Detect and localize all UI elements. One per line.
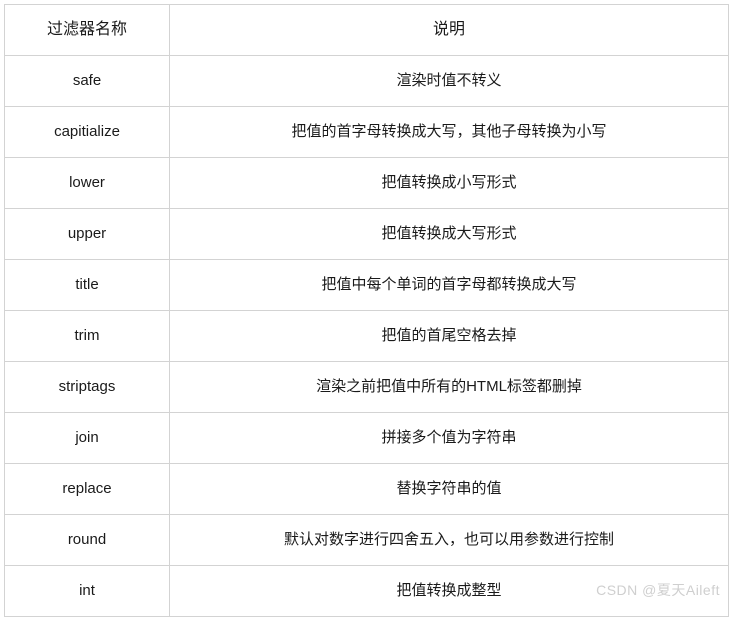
cell-filter-name: join: [4, 412, 170, 464]
cell-filter-description: 拼接多个值为字符串: [169, 412, 729, 464]
cell-filter-name: replace: [4, 463, 170, 515]
cell-filter-name: title: [4, 259, 170, 311]
cell-filter-name: trim: [4, 310, 170, 362]
cell-filter-name: round: [4, 514, 170, 566]
cell-filter-name: safe: [4, 55, 170, 107]
cell-filter-name: upper: [4, 208, 170, 260]
table-row: title 把值中每个单词的首字母都转换成大写: [4, 259, 729, 311]
cell-filter-name: lower: [4, 157, 170, 209]
cell-filter-description: 默认对数字进行四舍五入，也可以用参数进行控制: [169, 514, 729, 566]
table-row: replace 替换字符串的值: [4, 463, 729, 515]
column-header-filter-name: 过滤器名称: [4, 4, 170, 56]
table-row: striptags 渲染之前把值中所有的HTML标签都删掉: [4, 361, 729, 413]
table-row: capitialize 把值的首字母转换成大写，其他子母转换为小写: [4, 106, 729, 158]
column-header-description: 说明: [169, 4, 729, 56]
cell-filter-description: 把值转换成整型: [169, 565, 729, 617]
jinja-filters-table: 过滤器名称 说明 safe 渲染时值不转义 capitialize 把值的首字母…: [4, 4, 729, 617]
table-row: lower 把值转换成小写形式: [4, 157, 729, 209]
cell-filter-description: 把值中每个单词的首字母都转换成大写: [169, 259, 729, 311]
cell-filter-description: 渲染之前把值中所有的HTML标签都删掉: [169, 361, 729, 413]
cell-filter-description: 替换字符串的值: [169, 463, 729, 515]
table-row: upper 把值转换成大写形式: [4, 208, 729, 260]
table-row: safe 渲染时值不转义: [4, 55, 729, 107]
cell-filter-name: int: [4, 565, 170, 617]
table-row: trim 把值的首尾空格去掉: [4, 310, 729, 362]
page-container: 过滤器名称 说明 safe 渲染时值不转义 capitialize 把值的首字母…: [0, 0, 734, 617]
table-row: join 拼接多个值为字符串: [4, 412, 729, 464]
table-header: 过滤器名称 说明: [4, 4, 729, 56]
cell-filter-description: 把值的首字母转换成大写，其他子母转换为小写: [169, 106, 729, 158]
cell-filter-description: 渲染时值不转义: [169, 55, 729, 107]
table-row: round 默认对数字进行四舍五入，也可以用参数进行控制: [4, 514, 729, 566]
cell-filter-description: 把值的首尾空格去掉: [169, 310, 729, 362]
cell-filter-name: striptags: [4, 361, 170, 413]
cell-filter-description: 把值转换成大写形式: [169, 208, 729, 260]
table-body: safe 渲染时值不转义 capitialize 把值的首字母转换成大写，其他子…: [4, 55, 729, 617]
cell-filter-description: 把值转换成小写形式: [169, 157, 729, 209]
table-row: int 把值转换成整型: [4, 565, 729, 617]
table-header-row: 过滤器名称 说明: [4, 4, 729, 56]
cell-filter-name: capitialize: [4, 106, 170, 158]
